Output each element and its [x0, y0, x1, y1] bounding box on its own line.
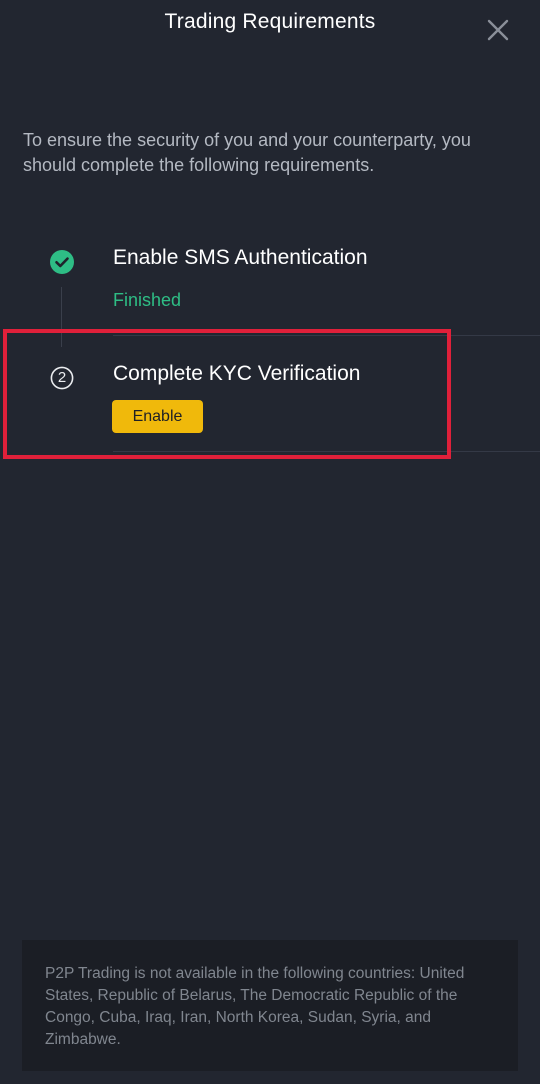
step-status: Finished [113, 290, 182, 310]
check-circle-icon [50, 250, 74, 274]
restricted-countries-notice: P2P Trading is not available in the foll… [22, 940, 518, 1071]
step-number: 2 [57, 369, 67, 386]
close-button[interactable] [484, 16, 512, 44]
step-title: Enable SMS Authentication [113, 246, 368, 269]
highlight-annotation [3, 329, 451, 459]
enable-kyc-button[interactable]: Enable [112, 400, 203, 433]
divider [113, 451, 540, 452]
step-number-icon: 2 [50, 366, 74, 390]
divider [113, 335, 540, 336]
step-connector [61, 287, 62, 347]
step-title: Complete KYC Verification [113, 362, 361, 385]
close-icon [487, 19, 509, 41]
notice-text: P2P Trading is not available in the foll… [45, 965, 465, 1048]
page-title: Trading Requirements [164, 10, 376, 33]
intro-text: To ensure the security of you and your c… [23, 130, 471, 175]
